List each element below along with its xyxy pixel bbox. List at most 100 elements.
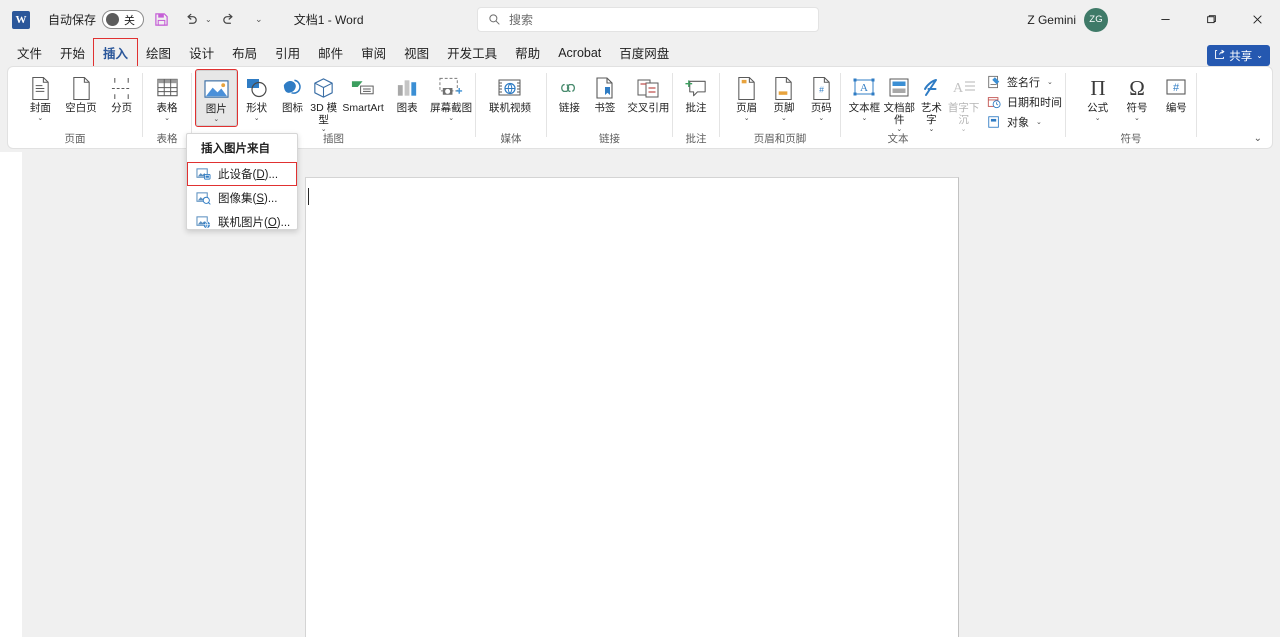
- menu-item-stock-images[interactable]: 图像集(S)...: [187, 186, 297, 210]
- autosave-toggle[interactable]: 关: [102, 10, 145, 29]
- page-number-button[interactable]: # 页码 ⌄: [803, 70, 840, 123]
- table-icon: [155, 74, 180, 102]
- blank-page-button[interactable]: 空白页: [61, 70, 102, 115]
- screenshot-caret-icon[interactable]: ⌄: [448, 115, 454, 123]
- tab-developer[interactable]: 开发工具: [438, 39, 506, 66]
- stock-images-icon: [196, 191, 211, 206]
- footer-caret-icon[interactable]: ⌄: [781, 115, 787, 123]
- save-icon[interactable]: [148, 7, 174, 33]
- text-box-caret-icon[interactable]: ⌄: [861, 115, 867, 123]
- bookmark-button[interactable]: 书签: [585, 70, 625, 115]
- pictures-caret-icon[interactable]: ⌄: [213, 116, 219, 124]
- tab-draw[interactable]: 绘图: [137, 39, 180, 66]
- cover-page-label: 封面: [29, 102, 51, 114]
- signature-line-button[interactable]: 签名行 ⌄: [983, 72, 1065, 92]
- cover-page-caret-icon[interactable]: ⌄: [37, 115, 43, 123]
- footer-icon: [772, 74, 795, 102]
- share-button[interactable]: 共享 ⌄: [1207, 45, 1270, 66]
- pictures-label: 图片: [205, 103, 227, 115]
- comment-button[interactable]: 批注: [674, 70, 718, 115]
- tab-help[interactable]: 帮助: [506, 39, 549, 66]
- word-window: W 自动保存 关 ⌄ ⌄ 文档1 - Word 搜索 Z Gemini ZG 文…: [0, 0, 1280, 637]
- this-device-icon: [196, 167, 211, 182]
- menu-item-this-device[interactable]: 此设备(D)...: [187, 162, 297, 186]
- tab-view[interactable]: 视图: [395, 39, 438, 66]
- wordart-icon: [919, 74, 943, 102]
- close-button[interactable]: [1234, 0, 1280, 39]
- collapse-ribbon-button[interactable]: ⌄: [1254, 133, 1262, 144]
- symbol-button[interactable]: Ω 符号 ⌄: [1117, 70, 1156, 123]
- symbol-caret-icon[interactable]: ⌄: [1134, 115, 1140, 123]
- page-number-caret-icon[interactable]: ⌄: [818, 115, 824, 123]
- table-button[interactable]: 表格 ⌄: [145, 70, 189, 123]
- menu-item-this-device-label: 此设备(D)...: [218, 169, 279, 181]
- header-caret-icon[interactable]: ⌄: [744, 115, 750, 123]
- tab-file[interactable]: 文件: [8, 39, 51, 66]
- signature-line-caret-icon[interactable]: ⌄: [1047, 78, 1053, 86]
- comment-label: 批注: [685, 102, 707, 114]
- equation-button[interactable]: Π 公式 ⌄: [1078, 70, 1117, 123]
- object-caret-icon[interactable]: ⌄: [1036, 118, 1042, 126]
- object-button[interactable]: 对象 ⌄: [983, 112, 1065, 132]
- online-video-button[interactable]: 联机视频: [484, 70, 536, 115]
- icons-button[interactable]: 图标: [277, 70, 308, 115]
- header-button[interactable]: 页眉 ⌄: [728, 70, 765, 123]
- avatar[interactable]: ZG: [1084, 7, 1108, 32]
- smartart-button[interactable]: SmartArt: [339, 70, 387, 115]
- search-input[interactable]: 搜索: [477, 7, 819, 32]
- account-area[interactable]: Z Gemini ZG: [1027, 0, 1108, 39]
- date-time-label: 日期和时间: [1007, 97, 1063, 109]
- object-icon: [986, 114, 1002, 130]
- undo-dropdown-caret[interactable]: ⌄: [205, 15, 212, 24]
- equation-caret-icon[interactable]: ⌄: [1095, 115, 1101, 123]
- redo-icon[interactable]: [216, 7, 242, 33]
- link-button[interactable]: 链接: [554, 70, 585, 115]
- date-time-button[interactable]: 日期和时间: [983, 92, 1065, 112]
- tab-review[interactable]: 审阅: [352, 39, 395, 66]
- minimize-button[interactable]: [1142, 0, 1188, 39]
- customize-quick-access-icon[interactable]: ⌄: [246, 7, 272, 33]
- footer-button[interactable]: 页脚 ⌄: [765, 70, 802, 123]
- footer-label: 页脚: [773, 102, 795, 114]
- pictures-button[interactable]: 图片 ⌄: [195, 69, 238, 127]
- header-label: 页眉: [736, 102, 758, 114]
- blank-page-icon: [70, 74, 93, 102]
- tab-design[interactable]: 设计: [180, 39, 223, 66]
- svg-text:Π: Π: [1090, 76, 1105, 100]
- cross-reference-icon: [635, 74, 661, 102]
- tab-home[interactable]: 开始: [51, 39, 94, 66]
- drop-cap-button[interactable]: A 首字下沉 ⌄: [946, 70, 981, 134]
- undo-icon[interactable]: [178, 7, 204, 33]
- tab-insert[interactable]: 插入: [93, 38, 139, 68]
- cross-reference-button[interactable]: 交叉引用: [625, 70, 672, 115]
- svg-text:Ω: Ω: [1129, 76, 1145, 100]
- 3d-model-button[interactable]: 3D 模型 ⌄: [308, 70, 339, 134]
- number-button[interactable]: # 编号: [1157, 70, 1196, 115]
- text-box-button[interactable]: A 文本框 ⌄: [847, 70, 882, 123]
- menu-item-stock-images-label: 图像集(S)...: [218, 193, 278, 205]
- page-break-icon: [110, 74, 133, 102]
- page-break-button[interactable]: 分页: [101, 70, 142, 115]
- wordart-button[interactable]: 艺术字 ⌄: [917, 70, 946, 134]
- left-gutter: [0, 152, 22, 637]
- tab-acrobat[interactable]: Acrobat: [549, 42, 610, 64]
- 3d-model-icon: [311, 74, 336, 102]
- tab-layout[interactable]: 布局: [223, 39, 266, 66]
- shapes-button[interactable]: 形状 ⌄: [237, 70, 277, 123]
- screenshot-button[interactable]: 屏幕截图 ⌄: [427, 70, 475, 123]
- tab-baidu-netdisk[interactable]: 百度网盘: [610, 39, 678, 66]
- quick-parts-icon: [887, 74, 911, 102]
- restore-button[interactable]: [1188, 0, 1234, 39]
- table-caret-icon[interactable]: ⌄: [164, 115, 170, 123]
- share-caret-icon[interactable]: ⌄: [1256, 51, 1263, 60]
- cover-page-button[interactable]: 封面 ⌄: [20, 70, 61, 123]
- equation-label: 公式: [1087, 102, 1109, 114]
- document-page[interactable]: [305, 177, 959, 637]
- tab-mailings[interactable]: 邮件: [309, 39, 352, 66]
- shapes-caret-icon[interactable]: ⌄: [254, 115, 260, 123]
- text-group-small-buttons: 签名行 ⌄ 日期和时间 对象 ⌄: [983, 70, 1065, 132]
- menu-item-online-pictures[interactable]: 联机图片(O)...: [187, 210, 297, 234]
- quick-parts-button[interactable]: 文档部件 ⌄: [882, 70, 917, 134]
- chart-button[interactable]: 图表: [387, 70, 427, 115]
- tab-references[interactable]: 引用: [266, 39, 309, 66]
